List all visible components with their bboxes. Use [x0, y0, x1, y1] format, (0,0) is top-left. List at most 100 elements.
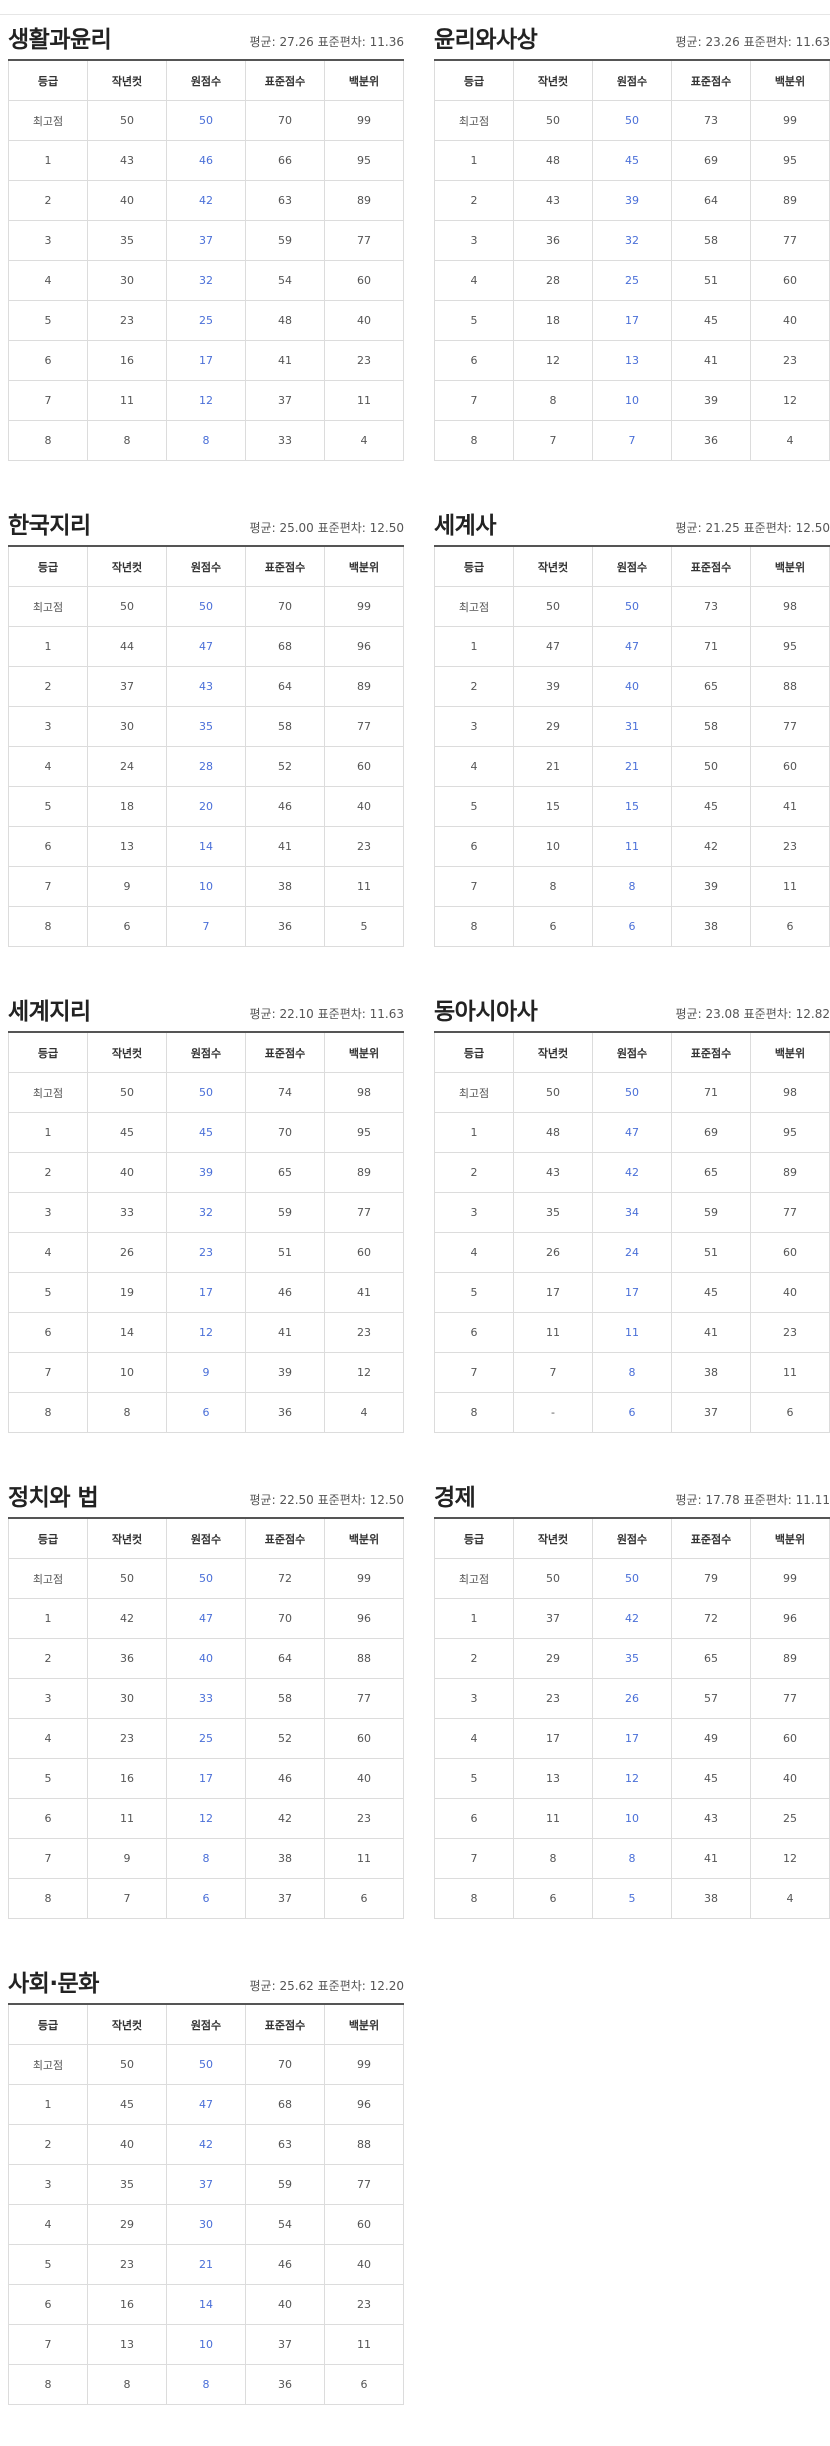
raw-score-cell: 26 [592, 1678, 672, 1719]
header-percentile: 백분위 [324, 545, 404, 587]
subject-title: 동아시아사 [434, 999, 538, 1025]
table-row: 1 37 42 72 96 [434, 1598, 830, 1639]
standard-score-cell: 70 [245, 100, 325, 141]
subject-stats: 평균: 22.50 표준편차: 12.50 [249, 1493, 404, 1507]
grade-cell: 3 [8, 706, 88, 747]
grade-cut-table: 등급 작년컷 원점수 표준점수 백분위 최고점 50 50 73 99 1 48 45 69 9… [434, 59, 830, 461]
percentile-cell: 60 [324, 2204, 404, 2245]
subject-stats: 평균: 27.26 표준편차: 11.36 [249, 35, 404, 49]
raw-score-cell: 47 [166, 2084, 246, 2125]
header-raw-score: 원점수 [166, 545, 246, 587]
grade-cell: 8 [8, 1878, 88, 1919]
header-last-year-cut: 작년컷 [513, 545, 593, 587]
subject-panel: 한국지리 평균: 25.00 표준편차: 12.50 등급 작년컷 원점수 표준… [8, 502, 404, 988]
raw-score-cell: 47 [166, 1598, 246, 1639]
subject-stats: 평균: 23.08 표준편차: 12.82 [675, 1007, 830, 1021]
header-grade: 등급 [434, 545, 514, 587]
table-row: 1 45 45 70 95 [8, 1112, 404, 1153]
raw-score-cell: 50 [592, 1558, 672, 1599]
percentile-cell: 6 [324, 2364, 404, 2405]
last-year-cut-cell: 30 [87, 706, 167, 747]
subject-title: 경제 [434, 1485, 476, 1511]
raw-score-cell: 50 [166, 1072, 246, 1113]
last-year-cut-cell: 8 [513, 1838, 593, 1879]
grade-cell: 최고점 [434, 586, 514, 627]
percentile-cell: 11 [324, 2324, 404, 2365]
standard-score-cell: 65 [245, 1152, 325, 1193]
subject-title: 정치와 법 [8, 1485, 99, 1511]
raw-score-cell: 8 [592, 866, 672, 907]
header-raw-score: 원점수 [592, 59, 672, 101]
last-year-cut-cell: 50 [87, 2044, 167, 2085]
grade-cell: 5 [434, 1758, 514, 1799]
table-row: 3 23 26 57 77 [434, 1678, 830, 1719]
header-standard-score: 표준점수 [671, 545, 751, 587]
standard-score-cell: 36 [671, 420, 751, 461]
percentile-cell: 89 [324, 180, 404, 221]
grade-cell: 7 [8, 866, 88, 907]
subject-stats: 평균: 21.25 표준편차: 12.50 [675, 521, 830, 535]
standard-score-cell: 39 [245, 1352, 325, 1393]
grade-cell: 3 [434, 220, 514, 261]
percentile-cell: 77 [324, 220, 404, 261]
raw-score-cell: 17 [592, 1272, 672, 1313]
table-row: 8 8 8 36 6 [8, 2364, 404, 2405]
last-year-cut-cell: 50 [87, 100, 167, 141]
grade-cell: 2 [8, 2124, 88, 2165]
standard-score-cell: 45 [671, 1272, 751, 1313]
raw-score-cell: 33 [166, 1678, 246, 1719]
grade-cell: 5 [8, 786, 88, 827]
table-row: 5 23 25 48 40 [8, 300, 404, 341]
table-row: 1 43 46 66 95 [8, 140, 404, 181]
last-year-cut-cell: 11 [513, 1798, 593, 1839]
percentile-cell: 6 [750, 1392, 830, 1433]
percentile-cell: 60 [750, 746, 830, 787]
standard-score-cell: 42 [245, 1798, 325, 1839]
percentile-cell: 25 [750, 1798, 830, 1839]
standard-score-cell: 79 [671, 1558, 751, 1599]
standard-score-cell: 36 [245, 2364, 325, 2405]
subject-stats: 평균: 25.62 표준편차: 12.20 [249, 1979, 404, 1993]
standard-score-cell: 70 [245, 2044, 325, 2085]
standard-score-cell: 38 [245, 866, 325, 907]
grade-cell: 2 [434, 1638, 514, 1679]
grade-cell: 4 [434, 746, 514, 787]
percentile-cell: 98 [324, 1072, 404, 1113]
standard-score-cell: 38 [671, 1352, 751, 1393]
grade-cut-table: 등급 작년컷 원점수 표준점수 백분위 최고점 50 50 70 99 1 43 46 66 9… [8, 59, 404, 461]
standard-score-cell: 38 [671, 906, 751, 947]
grade-cell: 1 [8, 1598, 88, 1639]
standard-score-cell: 41 [245, 1312, 325, 1353]
last-year-cut-cell: 30 [87, 260, 167, 301]
table-row: 8 6 5 38 4 [434, 1878, 830, 1919]
last-year-cut-cell: 7 [513, 1352, 593, 1393]
raw-score-cell: 42 [592, 1598, 672, 1639]
percentile-cell: 98 [750, 586, 830, 627]
grade-cell: 6 [434, 1798, 514, 1839]
header-grade: 등급 [434, 1517, 514, 1559]
grade-cut-table: 등급 작년컷 원점수 표준점수 백분위 최고점 50 50 72 99 1 42 47 70 9… [8, 1517, 404, 1919]
table-row: 최고점 50 50 73 99 [434, 100, 830, 141]
grade-cell: 5 [8, 1272, 88, 1313]
raw-score-cell: 7 [166, 906, 246, 947]
table-row: 3 30 35 58 77 [8, 706, 404, 747]
raw-score-cell: 17 [166, 1758, 246, 1799]
raw-score-cell: 30 [166, 2204, 246, 2245]
percentile-cell: 99 [324, 2044, 404, 2085]
percentile-cell: 99 [324, 586, 404, 627]
table-row: 8 8 6 36 4 [8, 1392, 404, 1433]
last-year-cut-cell: 17 [513, 1272, 593, 1313]
grade-cell: 4 [8, 2204, 88, 2245]
last-year-cut-cell: 6 [87, 906, 167, 947]
header-raw-score: 원점수 [592, 1517, 672, 1559]
percentile-cell: 6 [750, 906, 830, 947]
table-row: 8-6 37 6 [434, 1392, 830, 1433]
header-grade: 등급 [434, 59, 514, 101]
raw-score-cell: 37 [166, 220, 246, 261]
percentile-cell: 11 [324, 380, 404, 421]
raw-score-cell: 42 [592, 1152, 672, 1193]
last-year-cut-cell: 28 [513, 260, 593, 301]
raw-score-cell: 17 [592, 300, 672, 341]
table-row: 2 29 35 65 89 [434, 1638, 830, 1679]
percentile-cell: 89 [324, 1152, 404, 1193]
